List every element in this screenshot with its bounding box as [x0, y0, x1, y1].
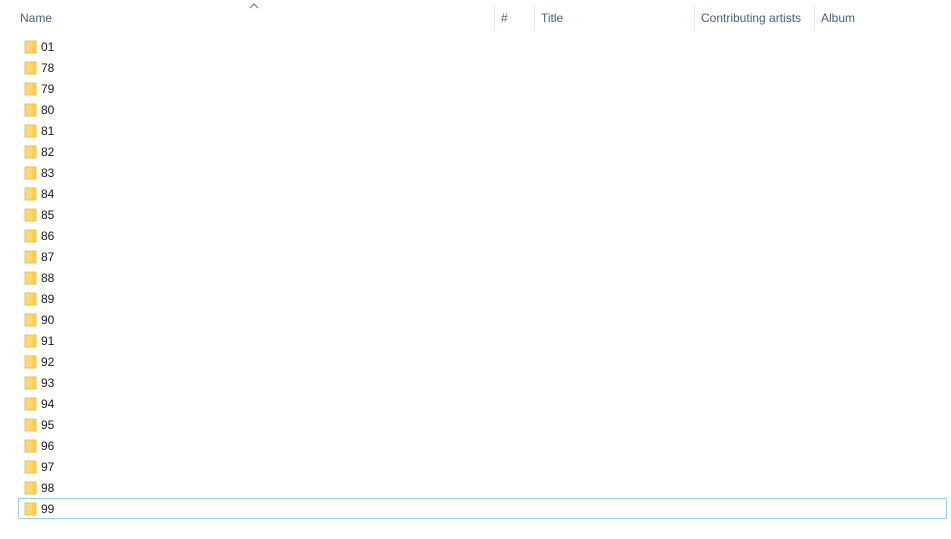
folder-icon [24, 334, 37, 348]
folder-name: 81 [41, 124, 55, 138]
list-item[interactable]: 90 [18, 309, 947, 330]
column-header-title[interactable]: Title [534, 6, 694, 31]
folder-icon [24, 229, 37, 243]
folder-icon [24, 145, 37, 159]
column-header-number[interactable]: # [494, 6, 534, 31]
list-item[interactable]: 98 [18, 477, 947, 498]
list-item[interactable]: 93 [18, 372, 947, 393]
list-item[interactable]: 89 [18, 288, 947, 309]
folder-name: 99 [41, 502, 55, 516]
folder-icon [24, 250, 37, 264]
list-item[interactable]: 83 [18, 162, 947, 183]
folder-name: 78 [41, 61, 55, 75]
folder-name: 93 [41, 376, 55, 390]
list-item[interactable]: 87 [18, 246, 947, 267]
list-item[interactable]: 85 [18, 204, 947, 225]
list-item[interactable]: 95 [18, 414, 947, 435]
folder-name: 92 [41, 355, 55, 369]
folder-name: 01 [41, 40, 55, 54]
column-header: Name # Title Contributing artists Album [0, 0, 951, 34]
folder-icon [24, 439, 37, 453]
list-item[interactable]: 80 [18, 99, 947, 120]
folder-name: 80 [41, 103, 55, 117]
folder-name: 86 [41, 229, 55, 243]
folder-name: 98 [41, 481, 55, 495]
folder-icon [24, 355, 37, 369]
file-list: 01 78 79 80 81 82 83 84 85 86 87 88 89 90 91 92 93 94 95 96… [18, 36, 947, 519]
folder-icon [24, 187, 37, 201]
folder-name: 97 [41, 460, 55, 474]
column-header-album[interactable]: Album [814, 6, 951, 31]
folder-icon [24, 376, 37, 390]
folder-icon [24, 103, 37, 117]
folder-icon [24, 82, 37, 96]
folder-icon [24, 61, 37, 75]
list-item[interactable]: 94 [18, 393, 947, 414]
list-item[interactable]: 97 [18, 456, 947, 477]
list-item[interactable]: 88 [18, 267, 947, 288]
column-header-contributing-artists[interactable]: Contributing artists [694, 6, 814, 31]
folder-icon [24, 124, 37, 138]
list-item[interactable]: 81 [18, 120, 947, 141]
folder-name: 95 [41, 418, 55, 432]
folder-name: 84 [41, 187, 55, 201]
folder-icon [24, 271, 37, 285]
folder-name: 89 [41, 292, 55, 306]
folder-name: 85 [41, 208, 55, 222]
list-item[interactable]: 79 [18, 78, 947, 99]
folder-name: 88 [41, 271, 55, 285]
folder-icon [24, 502, 37, 516]
folder-icon [24, 418, 37, 432]
list-item[interactable]: 86 [18, 225, 947, 246]
folder-icon [24, 481, 37, 495]
list-item[interactable]: 84 [18, 183, 947, 204]
folder-name: 79 [41, 82, 55, 96]
list-item[interactable]: 78 [18, 57, 947, 78]
folder-name: 94 [41, 397, 55, 411]
list-item[interactable]: 91 [18, 330, 947, 351]
folder-name: 96 [41, 439, 55, 453]
list-item[interactable]: 96 [18, 435, 947, 456]
folder-icon [24, 292, 37, 306]
list-item[interactable]: 82 [18, 141, 947, 162]
folder-name: 91 [41, 334, 55, 348]
folder-icon [24, 460, 37, 474]
folder-icon [24, 208, 37, 222]
folder-icon [24, 313, 37, 327]
folder-name: 87 [41, 250, 55, 264]
folder-icon [24, 397, 37, 411]
list-item[interactable]: 99 [18, 498, 947, 519]
list-item[interactable]: 01 [18, 36, 947, 57]
list-item[interactable]: 92 [18, 351, 947, 372]
column-header-name[interactable]: Name [13, 6, 494, 31]
folder-name: 82 [41, 145, 55, 159]
folder-icon [24, 166, 37, 180]
folder-icon [24, 40, 37, 54]
folder-name: 90 [41, 313, 55, 327]
folder-name: 83 [41, 166, 55, 180]
